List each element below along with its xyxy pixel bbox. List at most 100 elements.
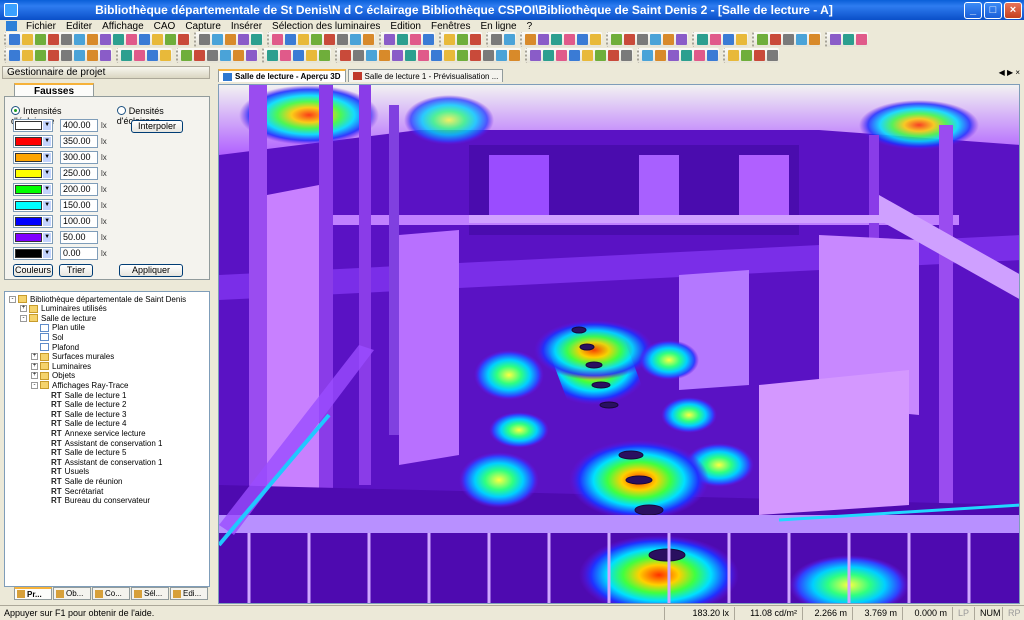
toolbar-button-icon[interactable] xyxy=(350,34,361,45)
colors-button[interactable]: Couleurs xyxy=(13,264,53,277)
toolbar-button-icon[interactable] xyxy=(35,50,46,61)
toolbar-button-icon[interactable] xyxy=(238,34,249,45)
chevron-down-icon[interactable]: ▼ xyxy=(43,169,51,178)
toolbar-button-icon[interactable] xyxy=(856,34,867,45)
menu-editer[interactable]: Editer xyxy=(61,21,97,32)
toolbar-button-icon[interactable] xyxy=(87,34,98,45)
toolbar-button-icon[interactable] xyxy=(134,50,145,61)
toolbar-button-icon[interactable] xyxy=(35,34,46,45)
toolbar-button-icon[interactable] xyxy=(431,50,442,61)
color-dropdown[interactable]: ▼ xyxy=(13,215,53,228)
toolbar-button-icon[interactable] xyxy=(9,34,20,45)
interpolate-button[interactable]: Interpoler xyxy=(131,120,183,133)
chevron-down-icon[interactable]: ▼ xyxy=(43,217,51,226)
toolbar-button-icon[interactable] xyxy=(293,50,304,61)
toolbar-button-icon[interactable] xyxy=(298,34,309,45)
toolbar-button-icon[interactable] xyxy=(569,50,580,61)
toolbar-button-icon[interactable] xyxy=(783,34,794,45)
toolbar-button-icon[interactable] xyxy=(741,50,752,61)
toolbar-button-icon[interactable] xyxy=(225,34,236,45)
apply-button[interactable]: Appliquer xyxy=(119,264,183,277)
threshold-input[interactable]: 350.00 xyxy=(60,135,98,148)
toolbar-button-icon[interactable] xyxy=(379,50,390,61)
tree-item[interactable]: - Salle de lecture xyxy=(20,313,96,323)
radio-dot[interactable] xyxy=(11,106,20,115)
toolbar-button-icon[interactable] xyxy=(556,50,567,61)
document-icon[interactable] xyxy=(6,21,17,31)
minimize-button[interactable]: _ xyxy=(964,1,982,19)
toolbar-button-icon[interactable] xyxy=(418,50,429,61)
tree-item[interactable]: RT Salle de lecture 5 xyxy=(42,448,127,458)
toolbar-button-icon[interactable] xyxy=(160,50,171,61)
false-color-render[interactable] xyxy=(219,85,1020,604)
expander-icon[interactable]: - xyxy=(31,381,38,389)
menu-affichage[interactable]: Affichage xyxy=(97,21,149,32)
tree-item[interactable]: RT Salle de lecture 3 xyxy=(42,409,127,419)
toolbar-button-icon[interactable] xyxy=(353,50,364,61)
toolbar-button-icon[interactable] xyxy=(337,34,348,45)
tree-item[interactable]: RT Assistant de conservation 1 xyxy=(42,457,163,467)
tree-item[interactable]: RT Salle de réunion xyxy=(42,476,123,486)
expander-icon[interactable]: + xyxy=(31,372,38,380)
toolbar-button-icon[interactable] xyxy=(457,50,468,61)
panel-tab[interactable]: Ob... xyxy=(53,587,91,600)
tab-false-colors[interactable]: Fausses couleurs xyxy=(14,83,94,110)
toolbar-button-icon[interactable] xyxy=(830,34,841,45)
tree-item[interactable]: RT Salle de lecture 2 xyxy=(42,400,127,410)
color-dropdown[interactable]: ▼ xyxy=(13,183,53,196)
tree-item[interactable]: + Surfaces murales xyxy=(31,352,114,362)
tree-item[interactable]: RT Secrétariat xyxy=(42,486,103,496)
tree-item[interactable]: RT Salle de lecture 1 xyxy=(42,390,127,400)
tab-nav-arrows[interactable]: ◀ ▶ × xyxy=(999,68,1020,77)
toolbar-button-icon[interactable] xyxy=(212,34,223,45)
toolbar-button-icon[interactable] xyxy=(470,50,481,61)
toolbar-button-icon[interactable] xyxy=(754,50,765,61)
tree-item[interactable]: RT Assistant de conservation 1 xyxy=(42,438,163,448)
chevron-down-icon[interactable]: ▼ xyxy=(43,185,51,194)
toolbar-button-icon[interactable] xyxy=(668,50,679,61)
toolbar-button-icon[interactable] xyxy=(611,34,622,45)
chevron-down-icon[interactable]: ▼ xyxy=(43,137,51,146)
threshold-input[interactable]: 150.00 xyxy=(60,199,98,212)
toolbar-button-icon[interactable] xyxy=(324,34,335,45)
tree-item[interactable]: RT Usuels xyxy=(42,467,89,477)
toolbar-button-icon[interactable] xyxy=(178,34,189,45)
toolbar-button-icon[interactable] xyxy=(61,34,72,45)
toolbar-button-icon[interactable] xyxy=(509,50,520,61)
toolbar-button-icon[interactable] xyxy=(74,50,85,61)
toolbar-button-icon[interactable] xyxy=(74,34,85,45)
toolbar-button-icon[interactable] xyxy=(306,50,317,61)
tab-3d-preview[interactable]: Salle de lecture - Aperçu 3D xyxy=(218,69,346,82)
tree-item[interactable]: + Luminaires utilisés xyxy=(20,304,107,314)
toolbar-button-icon[interactable] xyxy=(423,34,434,45)
toolbar-button-icon[interactable] xyxy=(525,34,536,45)
panel-tab[interactable]: Sél... xyxy=(131,587,169,600)
toolbar-button-icon[interactable] xyxy=(595,50,606,61)
toolbar-button-icon[interactable] xyxy=(637,34,648,45)
toolbar-button-icon[interactable] xyxy=(736,34,747,45)
toolbar-button-icon[interactable] xyxy=(676,34,687,45)
chevron-down-icon[interactable]: ▼ xyxy=(43,233,51,242)
chevron-down-icon[interactable]: ▼ xyxy=(43,201,51,210)
tree-item[interactable]: Plafond xyxy=(31,342,79,352)
maximize-button[interactable]: □ xyxy=(984,1,1002,19)
toolbar-button-icon[interactable] xyxy=(642,50,653,61)
toolbar-button-icon[interactable] xyxy=(577,34,588,45)
tree-item[interactable]: + Luminaires xyxy=(31,361,91,371)
expander-icon[interactable]: + xyxy=(31,362,38,370)
toolbar-button-icon[interactable] xyxy=(207,50,218,61)
tab-raytrace-preview[interactable]: Salle de lecture 1 - Prévisualisation ..… xyxy=(347,69,504,82)
toolbar-button-icon[interactable] xyxy=(650,34,661,45)
tree-item[interactable]: RT Annexe service lecture xyxy=(42,428,146,438)
toolbar-button-icon[interactable] xyxy=(363,34,374,45)
toolbar-button-icon[interactable] xyxy=(697,34,708,45)
chevron-down-icon[interactable]: ▼ xyxy=(43,249,51,258)
color-dropdown[interactable]: ▼ xyxy=(13,167,53,180)
toolbar-button-icon[interactable] xyxy=(655,50,666,61)
toolbar-button-icon[interactable] xyxy=(470,34,481,45)
toolbar-button-icon[interactable] xyxy=(48,50,59,61)
toolbar-button-icon[interactable] xyxy=(543,50,554,61)
toolbar-button-icon[interactable] xyxy=(113,34,124,45)
toolbar-button-icon[interactable] xyxy=(152,34,163,45)
toolbar-button-icon[interactable] xyxy=(491,34,502,45)
